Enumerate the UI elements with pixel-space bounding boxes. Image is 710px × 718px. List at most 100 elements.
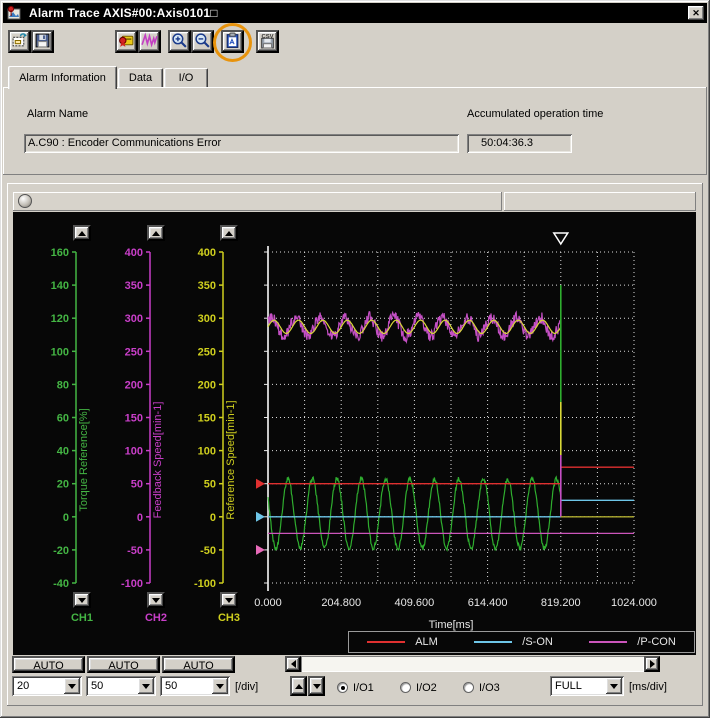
close-button[interactable]: ✕ bbox=[688, 6, 704, 20]
up-arrow-icon bbox=[225, 231, 233, 236]
io-legend: ALM /S-ON /P-CON bbox=[348, 631, 695, 653]
legend-label: ALM bbox=[415, 636, 438, 648]
copy-to-clipboard-button[interactable] bbox=[221, 30, 244, 53]
title-bar[interactable]: Alarm Trace AXIS#00:Axis0101□ ✕ bbox=[3, 3, 707, 23]
time-unit-label: [ms/div] bbox=[629, 681, 667, 693]
scroll-right-button[interactable] bbox=[644, 656, 660, 672]
alarm-information-panel: Alarm Name A.C90 : Encoder Communication… bbox=[3, 87, 707, 175]
svg-text:Feedback Speed[min-1]: Feedback Speed[min-1] bbox=[152, 402, 164, 519]
alm-legend-line bbox=[367, 641, 405, 643]
radio-io3[interactable]: I/O3 bbox=[463, 679, 500, 697]
plot-area: 160140120100806040200-20-40Torque Refere… bbox=[13, 212, 696, 655]
p-con-legend-line bbox=[589, 641, 627, 643]
ch1-scale-combo[interactable]: 20 bbox=[12, 676, 82, 696]
ch3-scale-combo[interactable]: 50 bbox=[160, 676, 230, 696]
svg-text:300: 300 bbox=[198, 313, 216, 325]
svg-text:0: 0 bbox=[137, 512, 143, 524]
ch2-scale-down-button[interactable] bbox=[147, 592, 165, 608]
legend-label: /P-CON bbox=[637, 636, 676, 648]
svg-text:160: 160 bbox=[51, 247, 69, 259]
svg-text:819.200: 819.200 bbox=[541, 597, 581, 609]
ch2-scale-up-button[interactable] bbox=[147, 225, 165, 241]
div-unit-label: [/div] bbox=[235, 681, 258, 693]
combo-dropdown-button[interactable] bbox=[64, 678, 80, 694]
combo-dropdown-button[interactable] bbox=[138, 678, 154, 694]
svg-text:614.400: 614.400 bbox=[468, 597, 508, 609]
clipboard-icon bbox=[224, 32, 241, 52]
legend-label: /S-ON bbox=[522, 636, 553, 648]
time-range-combo[interactable]: FULL bbox=[550, 676, 624, 696]
radio-label: I/O3 bbox=[479, 682, 500, 694]
ch3-label: CH3 bbox=[209, 612, 249, 624]
radio-io2[interactable]: I/O2 bbox=[400, 679, 437, 697]
save-icon bbox=[34, 32, 51, 52]
radio-dot bbox=[341, 686, 345, 690]
ch2-scale-combo[interactable]: 50 bbox=[86, 676, 156, 696]
trace-torque-reference bbox=[268, 477, 561, 551]
tab-alarm-information[interactable]: Alarm Information bbox=[8, 66, 117, 89]
tab-data[interactable]: Data bbox=[118, 68, 163, 88]
ch1-scale-up-button[interactable] bbox=[73, 225, 91, 241]
down-arrow-icon bbox=[78, 598, 86, 603]
time-scrollbar-track[interactable] bbox=[301, 656, 644, 672]
svg-text:Time[ms]: Time[ms] bbox=[429, 619, 474, 631]
io-trace-alm bbox=[268, 467, 634, 484]
svg-text:150: 150 bbox=[125, 413, 143, 425]
alarm-name-field: A.C90 : Encoder Communications Error bbox=[24, 134, 459, 153]
ch1-auto-button[interactable]: AUTO bbox=[12, 656, 85, 673]
alarm-ribbon-icon bbox=[118, 32, 135, 52]
svg-text:-50: -50 bbox=[200, 545, 216, 557]
scroll-left-button[interactable] bbox=[285, 656, 301, 672]
combo-dropdown-button[interactable] bbox=[212, 678, 228, 694]
open-report-button[interactable] bbox=[8, 30, 31, 53]
save-report-button[interactable] bbox=[31, 30, 54, 53]
graph-header-cell-right bbox=[504, 192, 696, 211]
down-arrow-icon bbox=[216, 684, 224, 689]
svg-text:1024.000: 1024.000 bbox=[611, 597, 657, 609]
csv-output-button[interactable]: CSV bbox=[256, 30, 279, 53]
svg-text:0.000: 0.000 bbox=[254, 597, 282, 609]
ch1-scale-down-button[interactable] bbox=[73, 592, 91, 608]
combo-dropdown-button[interactable] bbox=[606, 678, 622, 694]
combo-value: 50 bbox=[91, 680, 103, 692]
svg-text:Reference Speed[min-1]: Reference Speed[min-1] bbox=[225, 400, 237, 519]
zoom-in-button[interactable] bbox=[168, 30, 191, 53]
svg-text:40: 40 bbox=[57, 446, 69, 458]
ch3-scale-up-button[interactable] bbox=[220, 225, 238, 241]
svg-text:200: 200 bbox=[198, 379, 216, 391]
status-led-icon[interactable] bbox=[18, 194, 32, 208]
open-file-icon bbox=[11, 32, 28, 52]
trace-display-button[interactable] bbox=[138, 30, 161, 53]
tab-label: Data bbox=[129, 72, 152, 84]
alarm-trace-app-icon bbox=[6, 5, 22, 21]
svg-text:120: 120 bbox=[51, 313, 69, 325]
up-arrow-icon bbox=[295, 684, 303, 689]
ch2-auto-button[interactable]: AUTO bbox=[87, 656, 160, 673]
svg-text:204.800: 204.800 bbox=[321, 597, 361, 609]
svg-text:-40: -40 bbox=[53, 578, 69, 590]
down-arrow-icon bbox=[142, 684, 150, 689]
svg-text:Torque Reference[%]: Torque Reference[%] bbox=[78, 408, 90, 511]
svg-text:100: 100 bbox=[125, 446, 143, 458]
tab-io[interactable]: I/O bbox=[164, 68, 208, 88]
svg-text:350: 350 bbox=[198, 280, 216, 292]
svg-text:-50: -50 bbox=[127, 545, 143, 557]
ch3-scale-down-button[interactable] bbox=[220, 592, 238, 608]
radio-icon bbox=[463, 682, 474, 693]
io-level-markers bbox=[256, 479, 265, 555]
scale-axis-ch1: 160140120100806040200-20-40Torque Refere… bbox=[51, 247, 90, 590]
svg-text:250: 250 bbox=[198, 346, 216, 358]
io-down-button[interactable] bbox=[308, 676, 325, 696]
down-arrow-icon bbox=[225, 598, 233, 603]
svg-text:60: 60 bbox=[57, 413, 69, 425]
alarm-display-button[interactable] bbox=[115, 30, 138, 53]
right-arrow-icon bbox=[650, 660, 655, 668]
radio-icon bbox=[400, 682, 411, 693]
zoom-out-button[interactable] bbox=[191, 30, 214, 53]
zoom-in-icon bbox=[171, 32, 188, 52]
io-up-button[interactable] bbox=[290, 676, 307, 696]
svg-text:200: 200 bbox=[125, 379, 143, 391]
alarm-name-label: Alarm Name bbox=[27, 108, 88, 120]
ch3-auto-button[interactable]: AUTO bbox=[162, 656, 235, 673]
radio-io1[interactable]: I/O1 bbox=[337, 679, 374, 697]
